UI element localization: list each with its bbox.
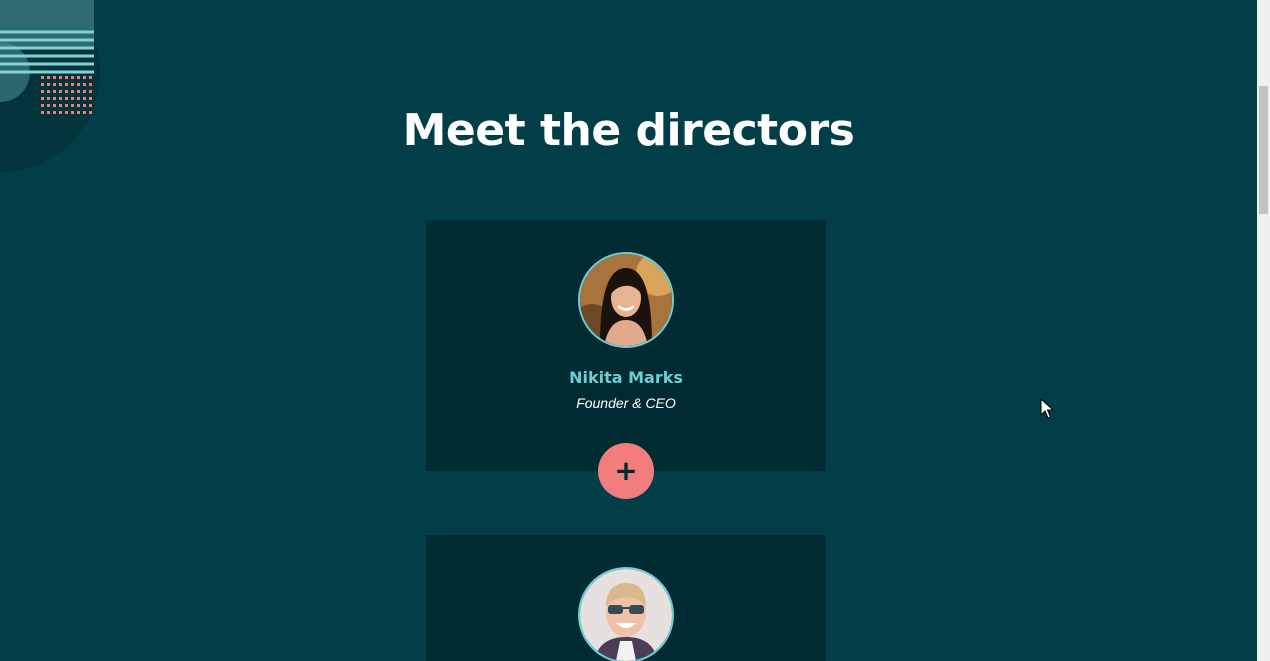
director-card: Nikita Marks Founder & CEO: [426, 220, 826, 471]
director-role: Founder & CEO: [576, 395, 676, 411]
avatar: [578, 567, 674, 661]
page: Meet the directors Nikita Marks Founder …: [0, 0, 1270, 661]
expand-button[interactable]: +: [598, 443, 654, 499]
woman-portrait-icon: [580, 254, 672, 346]
man-portrait-icon: [580, 569, 672, 661]
vertical-scrollbar[interactable]: [1257, 0, 1270, 661]
page-title: Meet the directors: [402, 105, 855, 156]
mouse-cursor-icon: [1040, 398, 1054, 419]
scrollbar-thumb[interactable]: [1259, 86, 1268, 214]
director-name: Nikita Marks: [569, 368, 683, 387]
plus-icon: +: [614, 454, 638, 487]
avatar: [578, 252, 674, 348]
director-card: [426, 535, 826, 661]
